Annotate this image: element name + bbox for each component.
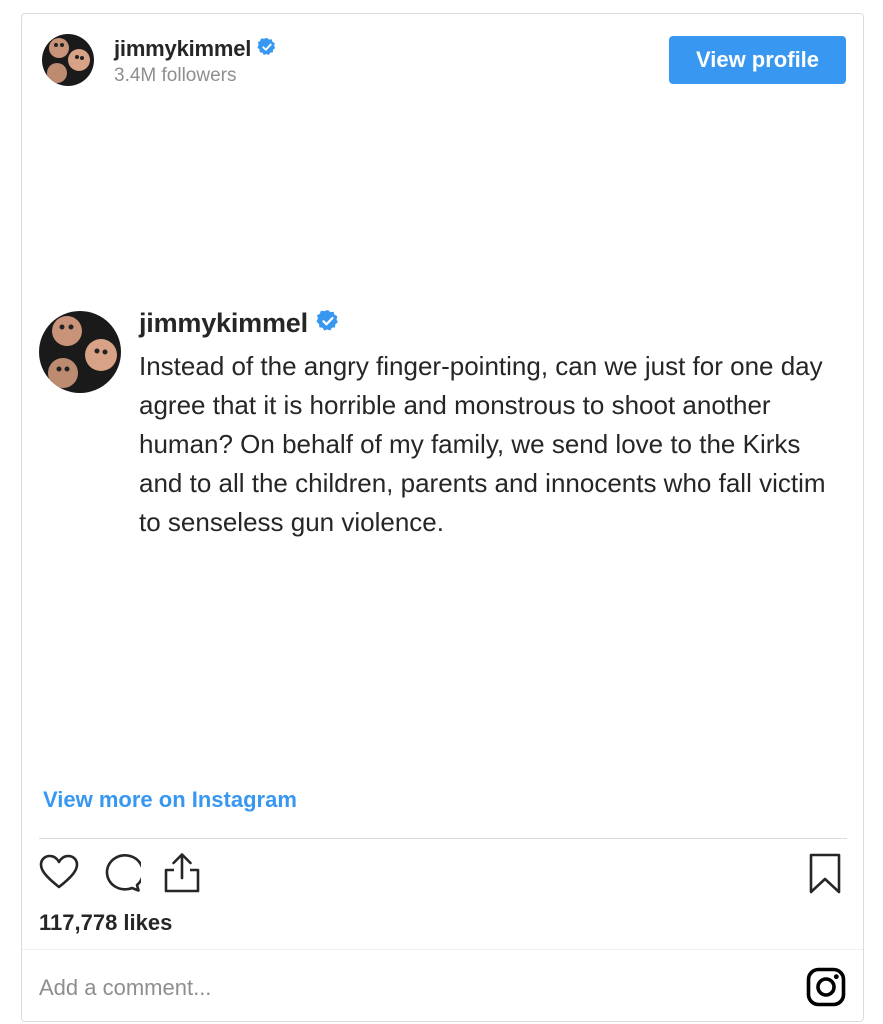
follower-count: 3.4M followers: [114, 65, 237, 86]
divider: [22, 949, 863, 950]
bookmark-icon[interactable]: [808, 853, 842, 900]
post-username[interactable]: jimmykimmel: [139, 308, 308, 339]
view-more-link[interactable]: View more on Instagram: [43, 787, 297, 813]
comment-input[interactable]: [39, 964, 779, 1012]
header-username[interactable]: jimmykimmel: [114, 36, 251, 62]
heart-icon[interactable]: [39, 854, 79, 895]
profile-avatar[interactable]: [42, 34, 94, 86]
verified-badge-icon: [316, 309, 340, 338]
comment-icon[interactable]: [101, 854, 145, 897]
share-icon[interactable]: [162, 852, 202, 899]
instagram-logo-icon[interactable]: [806, 967, 846, 1012]
like-count: 117,778 likes: [39, 910, 173, 935]
instagram-embed-card: jimmykimmel 3.4M followers View profile …: [21, 13, 864, 1022]
divider: [39, 838, 847, 839]
header-username-row: jimmykimmel: [114, 36, 277, 62]
post-caption: Instead of the angry finger-pointing, ca…: [139, 351, 826, 537]
view-profile-button[interactable]: View profile: [669, 36, 846, 84]
post-avatar[interactable]: [39, 311, 121, 393]
post-username-row: jimmykimmel: [139, 308, 340, 339]
verified-badge-icon: [257, 37, 277, 62]
